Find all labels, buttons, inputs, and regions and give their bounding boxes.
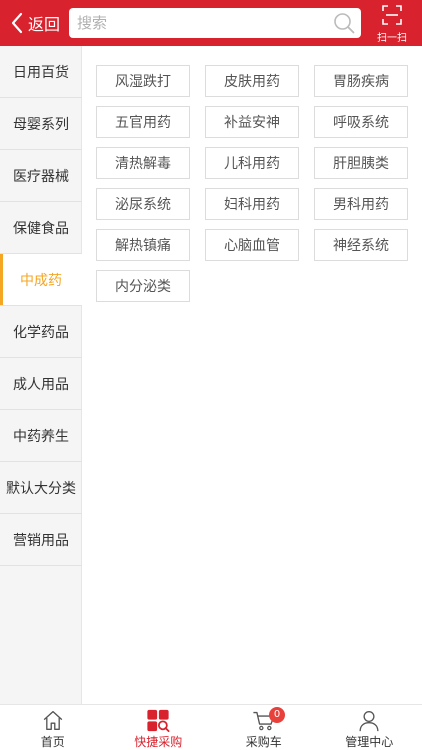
sidebar-item-marketing-supplies[interactable]: 营销用品 [0, 514, 82, 566]
subcategory-tag[interactable]: 补益安神 [205, 106, 299, 138]
subcategory-label: 心脑血管 [224, 238, 280, 254]
sidebar-item-medical-devices[interactable]: 医疗器械 [0, 150, 82, 202]
sidebar-item-chemical-drugs[interactable]: 化学药品 [0, 306, 82, 358]
nav-label: 管理中心 [345, 735, 394, 749]
subcategory-tag[interactable]: 儿科用药 [205, 147, 299, 179]
subcategory-tag[interactable]: 呼吸系统 [314, 106, 408, 138]
back-button[interactable]: 返回 [10, 10, 60, 36]
subcategory-label: 儿科用药 [224, 156, 280, 172]
subcategory-label: 风湿跌打 [115, 74, 171, 90]
subcategory-grid: 风湿跌打 皮肤用药 胃肠疾病 五官用药 补益安神 呼吸系统 清热解毒 儿科用药 … [96, 65, 408, 311]
sidebar-item-daily-goods[interactable]: 日用百货 [0, 46, 82, 98]
scan-label: 扫一扫 [377, 33, 407, 44]
nav-label: 快捷采购 [134, 735, 183, 749]
sidebar-item-label: 默认大分类 [6, 480, 76, 497]
subcategory-label: 呼吸系统 [333, 115, 389, 131]
sidebar-item-label: 营销用品 [13, 532, 69, 549]
subcategory-tag[interactable]: 泌尿系统 [96, 188, 190, 220]
sidebar-item-health-food[interactable]: 保健食品 [0, 202, 82, 254]
bottom-nav: 首页 快捷采购 0 采购车 管理中心 [0, 704, 422, 750]
cart-count-badge: 0 [269, 707, 285, 723]
subcategory-tag[interactable]: 神经系统 [314, 229, 408, 261]
sidebar-item-label: 中药养生 [13, 428, 69, 445]
nav-home[interactable]: 首页 [0, 705, 106, 750]
subcategory-tag[interactable]: 心脑血管 [205, 229, 299, 261]
sidebar-item-chinese-patent-medicine[interactable]: 中成药 [0, 254, 82, 306]
nav-label: 采购车 [245, 735, 282, 749]
subcategory-label: 泌尿系统 [115, 197, 171, 213]
category-sidebar: 日用百货 母婴系列 医疗器械 保健食品 中成药 化学药品 成人用品 中药养生 默… [0, 46, 82, 704]
sidebar-item-label: 母婴系列 [13, 116, 69, 133]
subcategory-tag[interactable]: 胃肠疾病 [314, 65, 408, 97]
subcategory-label: 男科用药 [333, 197, 389, 213]
sidebar-item-label: 化学药品 [13, 324, 69, 341]
sidebar-item-tcm-wellness[interactable]: 中药养生 [0, 410, 82, 462]
search-box[interactable] [69, 8, 361, 38]
chevron-left-icon [11, 12, 23, 34]
quick-purchase-icon [147, 709, 170, 732]
sidebar-item-mother-baby[interactable]: 母婴系列 [0, 98, 82, 150]
subcategory-tag[interactable]: 内分泌类 [96, 270, 190, 302]
subcategory-label: 神经系统 [333, 238, 389, 254]
subcategory-tag[interactable]: 肝胆胰类 [314, 147, 408, 179]
nav-cart[interactable]: 0 采购车 [211, 705, 317, 750]
user-icon [359, 710, 379, 732]
subcategory-label: 肝胆胰类 [333, 156, 389, 172]
subcategory-label: 妇科用药 [224, 197, 280, 213]
sidebar-item-label: 中成药 [20, 272, 62, 289]
home-icon [43, 710, 63, 731]
subcategory-label: 内分泌类 [115, 279, 171, 295]
subcategory-tag[interactable]: 妇科用药 [205, 188, 299, 220]
sidebar-item-label: 医疗器械 [13, 168, 69, 185]
search-input[interactable] [77, 8, 327, 38]
nav-quick-purchase[interactable]: 快捷采购 [106, 705, 212, 750]
subcategory-tag[interactable]: 男科用药 [314, 188, 408, 220]
subcategory-label: 五官用药 [115, 115, 171, 131]
scan-icon [382, 5, 402, 25]
top-bar: 返回 扫一扫 [0, 0, 422, 46]
subcategory-tag[interactable]: 皮肤用药 [205, 65, 299, 97]
subcategory-panel: 风湿跌打 皮肤用药 胃肠疾病 五官用药 补益安神 呼吸系统 清热解毒 儿科用药 … [83, 46, 422, 704]
sidebar-item-label: 日用百货 [13, 64, 69, 81]
nav-label: 首页 [40, 735, 65, 749]
back-label: 返回 [28, 15, 61, 34]
search-icon[interactable] [332, 11, 356, 35]
subcategory-label: 胃肠疾病 [333, 74, 389, 90]
sidebar-item-label: 成人用品 [13, 376, 69, 393]
scan-button[interactable]: 扫一扫 [372, 3, 412, 44]
subcategory-tag[interactable]: 解热镇痛 [96, 229, 190, 261]
subcategory-label: 清热解毒 [115, 156, 171, 172]
sidebar-item-default-category[interactable]: 默认大分类 [0, 462, 82, 514]
sidebar-item-label: 保健食品 [13, 220, 69, 237]
subcategory-tag[interactable]: 清热解毒 [96, 147, 190, 179]
subcategory-label: 补益安神 [224, 115, 280, 131]
sidebar-item-adult-products[interactable]: 成人用品 [0, 358, 82, 410]
nav-management-center[interactable]: 管理中心 [317, 705, 422, 750]
subcategory-label: 皮肤用药 [224, 74, 280, 90]
subcategory-tag[interactable]: 五官用药 [96, 106, 190, 138]
subcategory-label: 解热镇痛 [115, 238, 171, 254]
subcategory-tag[interactable]: 风湿跌打 [96, 65, 190, 97]
